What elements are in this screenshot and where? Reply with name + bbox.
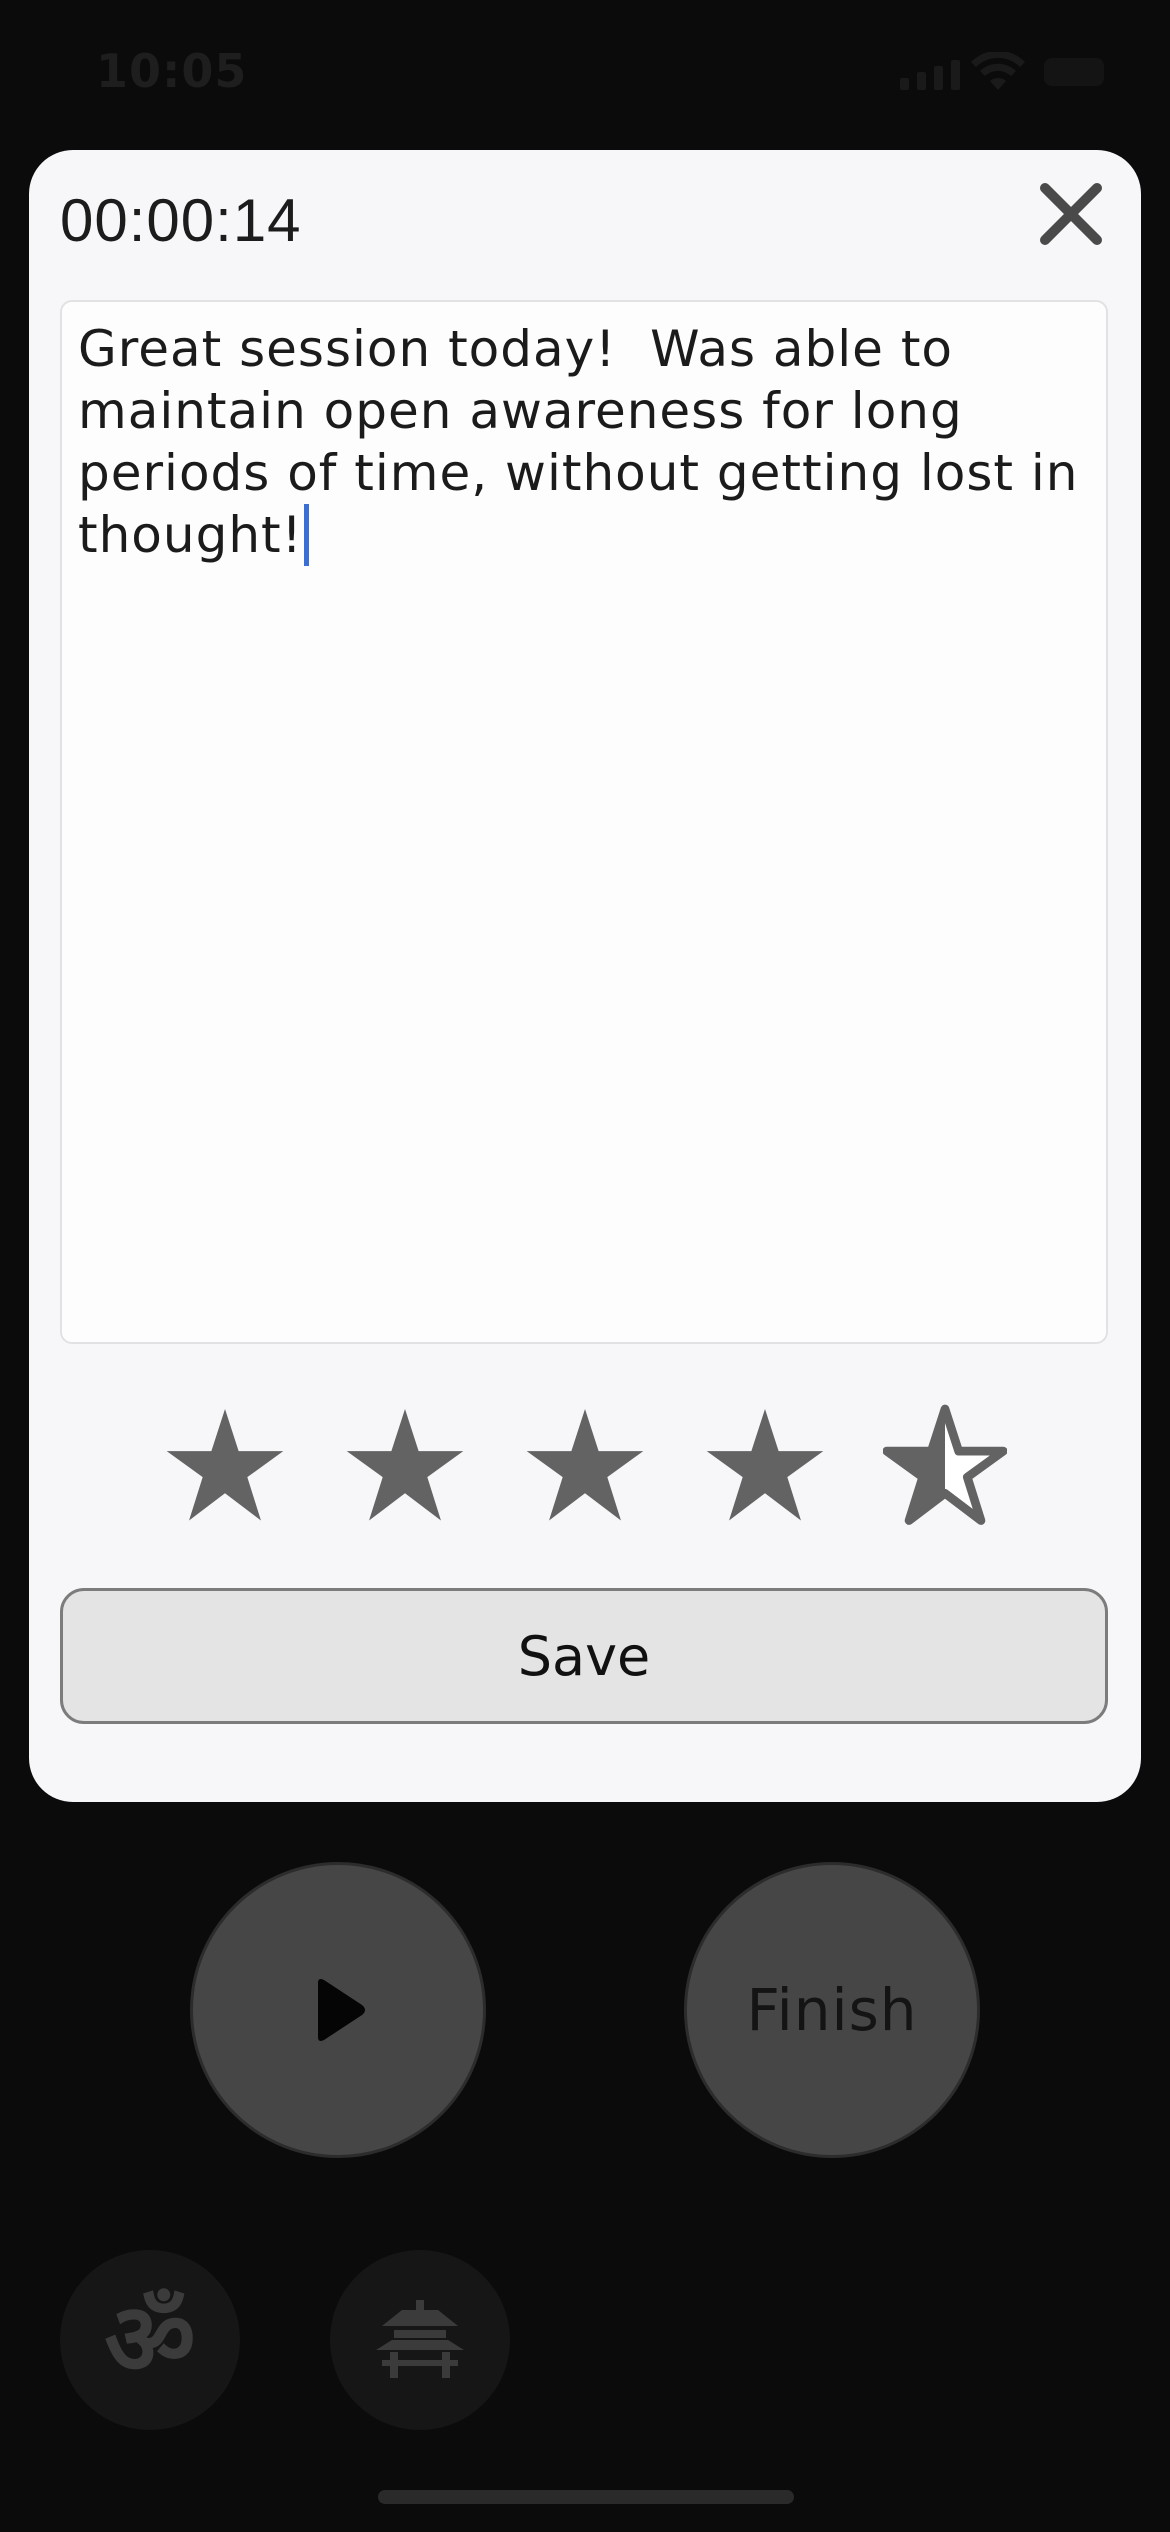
finish-label: Finish bbox=[746, 1976, 918, 2044]
note-text: Great session today! Was able to maintai… bbox=[78, 320, 1079, 564]
star-icon-3[interactable] bbox=[523, 1404, 647, 1528]
status-time: 10:05 bbox=[96, 44, 248, 98]
text-caret bbox=[303, 504, 309, 566]
note-textarea[interactable]: Great session today! Was able to maintai… bbox=[60, 300, 1108, 1344]
star-icon-4[interactable] bbox=[703, 1404, 827, 1528]
temple-button[interactable] bbox=[330, 2250, 510, 2430]
play-icon bbox=[318, 1979, 365, 2041]
cellular-signal-icon bbox=[900, 60, 960, 90]
om-button[interactable]: ॐ bbox=[60, 2250, 240, 2430]
om-icon: ॐ bbox=[104, 2281, 196, 2398]
home-indicator[interactable] bbox=[378, 2490, 794, 2504]
finish-button[interactable]: Finish bbox=[684, 1862, 980, 2158]
play-button[interactable] bbox=[190, 1862, 486, 2158]
star-icon-1[interactable] bbox=[163, 1404, 287, 1528]
star-icon-2[interactable] bbox=[343, 1404, 467, 1528]
half-star-icon-5[interactable] bbox=[883, 1404, 1007, 1528]
star-rating bbox=[29, 1404, 1141, 1528]
session-timer: 00:00:14 bbox=[60, 187, 302, 254]
session-note-modal: 00:00:14 Great session today! Was able t… bbox=[29, 150, 1141, 1802]
temple-icon bbox=[376, 2300, 464, 2378]
save-button[interactable]: Save bbox=[60, 1588, 1108, 1724]
close-icon[interactable] bbox=[1035, 178, 1107, 250]
battery-icon bbox=[1044, 58, 1104, 86]
wifi-icon bbox=[971, 52, 1025, 90]
app-screen: 10:05 00:00:14 Great session today! Was … bbox=[0, 0, 1170, 2532]
